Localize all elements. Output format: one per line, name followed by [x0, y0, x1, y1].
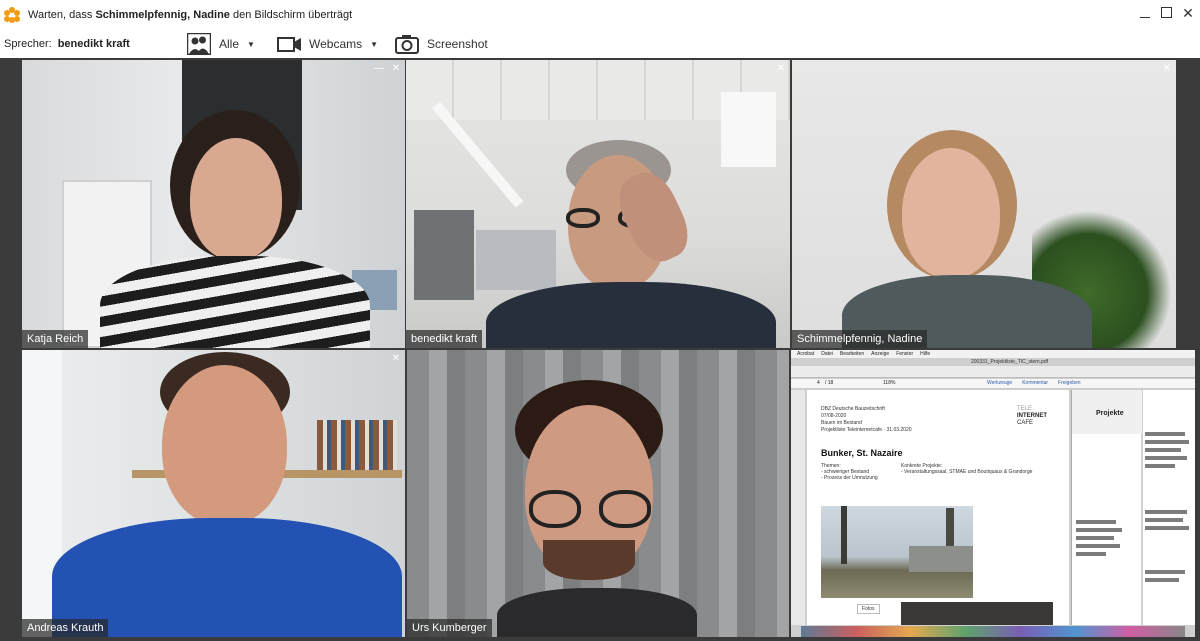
flower-icon: [4, 7, 20, 23]
tool-kommentar[interactable]: Kommentar: [1022, 380, 1048, 386]
webcams-dropdown[interactable]: Webcams ▼: [277, 32, 378, 56]
doc-header: DBZ Deutsche Bauzeitschrift 07/08-2020 B…: [821, 406, 912, 433]
camera-icon: [395, 33, 421, 55]
page-current[interactable]: 4: [817, 380, 820, 386]
tool-werkzeuge[interactable]: Werkzeuge: [987, 380, 1012, 386]
close-tile-icon[interactable]: ✕: [777, 63, 785, 74]
video-tile-nadine-schimmelpfennig[interactable]: ✕ Schimmelpfennig, Nadine: [792, 60, 1176, 348]
chevron-down-icon: ▼: [370, 39, 379, 49]
title-bar: Warten, dass Schimmelpfennig, Nadine den…: [0, 0, 1200, 30]
tool-freigeben[interactable]: Freigeben: [1058, 380, 1081, 386]
speaker-name: benedikt kraft: [57, 38, 130, 50]
pdf-page: DBZ Deutsche Bauzeitschrift 07/08-2020 B…: [807, 390, 1069, 625]
participant-name: Katja Reich: [22, 330, 89, 348]
themes-block: Themen: - schwieriger Bestand - Prozess …: [821, 463, 878, 481]
shared-file-name: 200331_Projektliste_TIC_stern.pdf: [971, 359, 1048, 365]
participant-name: benedikt kraft: [406, 330, 483, 348]
screenshot-label: Screenshot: [427, 37, 488, 51]
teleinternetcafe-logo: TELE INTERNET CAFE: [1017, 406, 1047, 426]
window-title: Warten, dass Schimmelpfennig, Nadine den…: [28, 9, 353, 21]
video-tile-urs-kumberger[interactable]: Urs Kumberger: [407, 350, 789, 637]
second-pdf-page: Projekte: [1071, 390, 1142, 625]
all-participants-dropdown[interactable]: Alle ▼: [186, 32, 255, 56]
close-tile-icon[interactable]: ✕: [392, 63, 400, 74]
close-tile-icon[interactable]: ✕: [1163, 63, 1171, 74]
video-camera-icon: [277, 33, 303, 55]
video-grid: — ✕ Katja Reich ✕ benedikt kraft ✕ Schimm…: [0, 58, 1200, 641]
video-tile-benedikt-kraft[interactable]: ✕ benedikt kraft: [406, 60, 790, 348]
shared-menu-bar: Acrobat Datei Bearbeiten Anzeige Fenster Hilf…: [791, 350, 1195, 358]
chevron-down-icon: ▼: [247, 39, 255, 49]
video-tile-andreas-krauth[interactable]: ✕ Andreas Krauth: [22, 350, 405, 637]
participant-name: Andreas Krauth: [22, 619, 109, 637]
minimize-tile-icon[interactable]: —: [374, 63, 384, 74]
side-heading: Projekte: [1096, 410, 1124, 417]
minimize-button[interactable]: [1139, 6, 1151, 20]
all-label: Alle: [219, 37, 240, 51]
projects-block: Konkrete Projekte: - Veranstaltungssaal,…: [901, 463, 1033, 475]
zoom-level[interactable]: 118%: [883, 380, 895, 386]
participant-name: Schimmelpfennig, Nadine: [792, 330, 928, 348]
third-pdf-page: [1143, 390, 1195, 625]
webcams-label: Webcams: [309, 37, 363, 51]
toolbar: Sprecher: benedikt kraft Alle ▼ Webcams …: [0, 30, 1200, 58]
fotos-button[interactable]: Fotos: [857, 604, 880, 614]
video-tile-katja-reich[interactable]: — ✕ Katja Reich: [22, 60, 405, 348]
acrobat-tools: Werkzeuge Kommentar Freigeben: [987, 380, 1081, 386]
maximize-button[interactable]: [1161, 7, 1172, 18]
people-icon: [186, 32, 213, 56]
page-total: / 18: [825, 380, 834, 386]
close-button[interactable]: ✕: [1182, 6, 1194, 20]
doc-heading: Bunker, St. Nazaire: [821, 448, 903, 458]
dock-bar: [801, 626, 1185, 637]
bunker-photo: [821, 506, 973, 598]
screenshot-button[interactable]: Screenshot: [395, 32, 488, 56]
participant-name: Urs Kumberger: [407, 619, 492, 637]
speaker-label: Sprecher:: [4, 38, 52, 50]
close-tile-icon[interactable]: ✕: [392, 353, 400, 364]
shared-screen-tile[interactable]: Acrobat Datei Bearbeiten Anzeige Fenster Hilf…: [791, 350, 1195, 637]
